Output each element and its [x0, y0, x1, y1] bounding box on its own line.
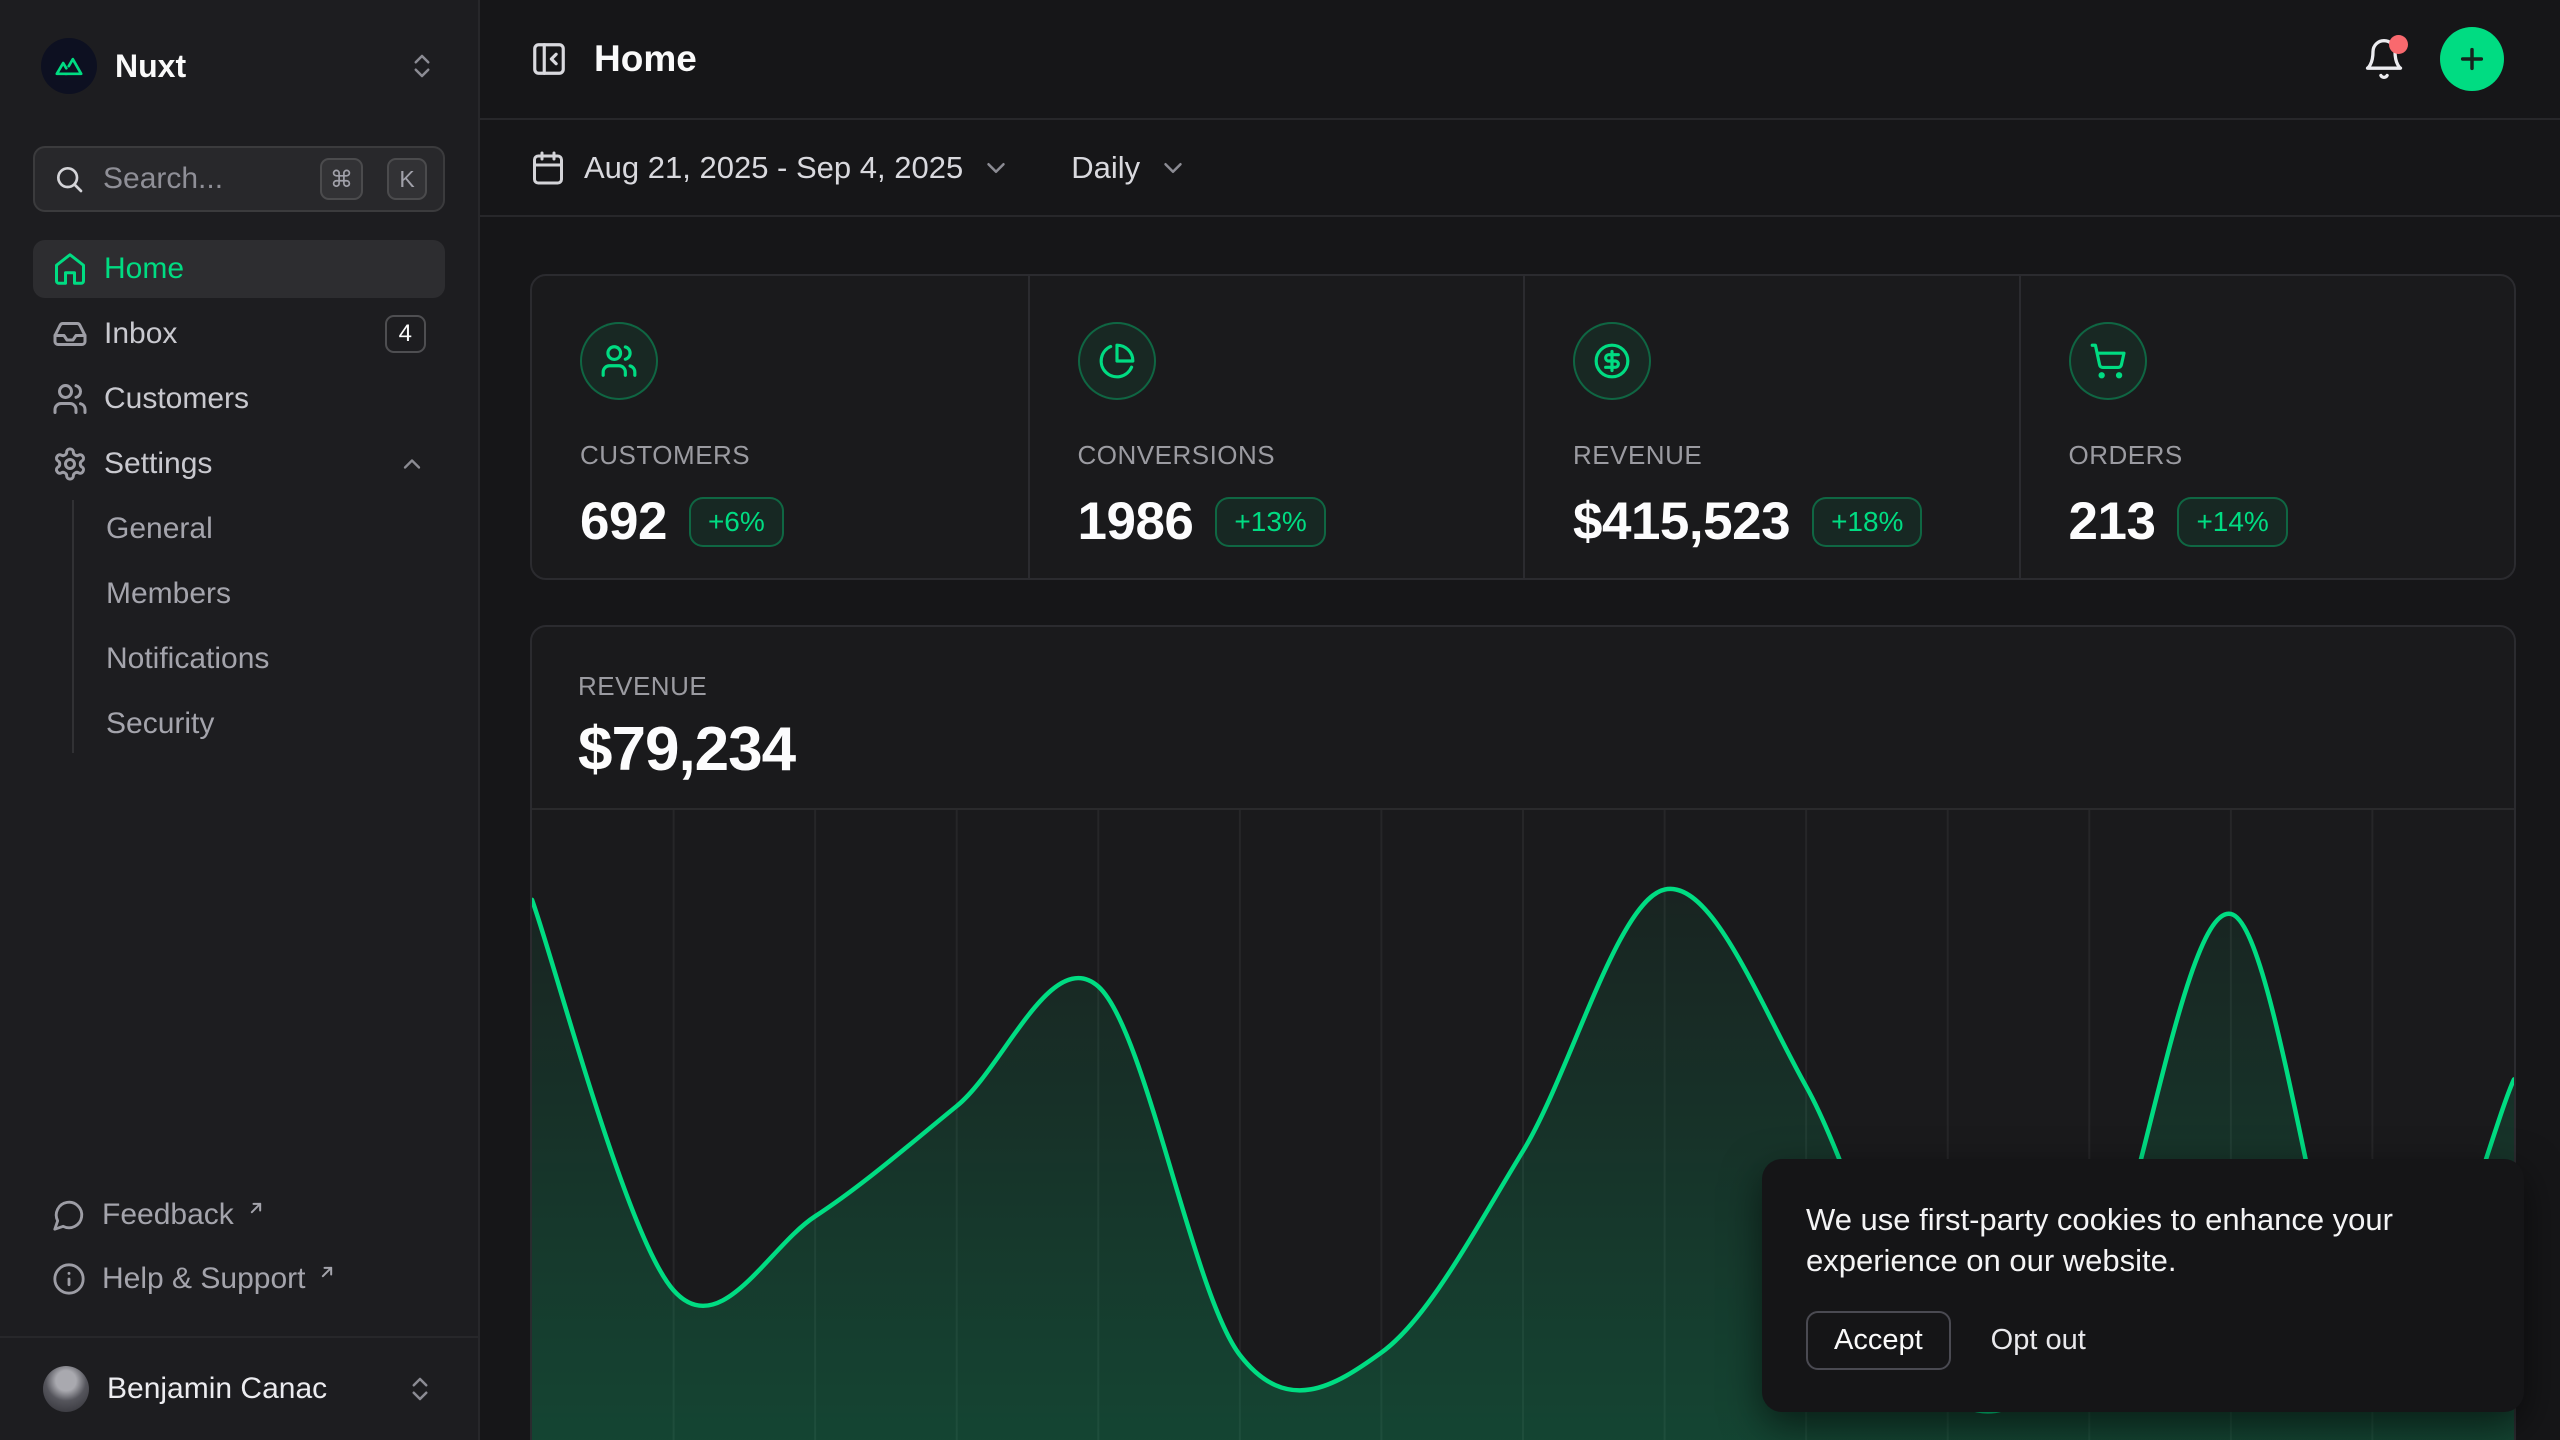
message-circle-icon — [52, 1198, 86, 1232]
sidebar-user-section: Benjamin Canac — [0, 1336, 478, 1440]
search-placeholder: Search... — [103, 162, 302, 196]
granularity-select[interactable]: Daily — [1071, 150, 1188, 186]
cookie-accept-button[interactable]: Accept — [1806, 1311, 1951, 1370]
kbd-cmd: ⌘ — [320, 158, 363, 200]
notification-dot — [2389, 35, 2408, 54]
sidebar-item-customers[interactable]: Customers — [33, 370, 445, 428]
stat-orders[interactable]: ORDERS 213 +14% — [2019, 276, 2515, 580]
chevrons-up-down-icon — [405, 1374, 435, 1404]
stat-revenue[interactable]: REVENUE $415,523 +18% — [1523, 276, 2019, 580]
sidebar-item-label: General — [106, 512, 426, 546]
revenue-chart-label: REVENUE — [578, 671, 2468, 702]
add-button[interactable] — [2440, 27, 2504, 91]
sidebar-item-home[interactable]: Home — [33, 240, 445, 298]
external-link-icon — [317, 1262, 337, 1282]
sidebar-item-label: Customers — [104, 382, 426, 416]
sidebar-item-label: Security — [106, 707, 426, 741]
revenue-chart-value: $79,234 — [578, 714, 2468, 785]
main-header: Home — [480, 0, 2560, 120]
date-range-value: Aug 21, 2025 - Sep 4, 2025 — [584, 150, 963, 186]
cookie-banner: We use first-party cookies to enhance yo… — [1762, 1159, 2524, 1412]
sidebar-item-label: Inbox — [104, 317, 369, 351]
cookie-actions: Accept Opt out — [1806, 1311, 2480, 1370]
calendar-icon — [530, 150, 566, 186]
sidebar-item-general[interactable]: General — [104, 500, 445, 558]
inbox-icon — [52, 316, 88, 352]
granularity-value: Daily — [1071, 150, 1140, 186]
chevron-down-icon — [1158, 153, 1188, 183]
brand-name: Nuxt — [115, 48, 389, 85]
stat-delta-badge: +18% — [1812, 497, 1922, 547]
cookie-message: We use first-party cookies to enhance yo… — [1806, 1199, 2480, 1281]
stat-label: CONVERSIONS — [1078, 440, 1476, 471]
stat-conversions[interactable]: CONVERSIONS 1986 +13% — [1028, 276, 1524, 580]
cookie-optout-button[interactable]: Opt out — [1991, 1324, 2086, 1357]
stat-value: 692 — [580, 491, 667, 552]
circle-dollar-icon — [1573, 322, 1651, 400]
stat-value: $415,523 — [1573, 491, 1790, 552]
nuxt-logo-icon — [41, 38, 97, 94]
sidebar-item-label: Feedback — [102, 1198, 234, 1232]
sidebar-item-label: Home — [104, 252, 426, 286]
stat-value: 1986 — [1078, 491, 1194, 552]
stat-delta-badge: +6% — [689, 497, 784, 547]
gear-icon — [52, 446, 88, 482]
users-icon — [580, 322, 658, 400]
sidebar-item-security[interactable]: Security — [104, 695, 445, 753]
team-switcher[interactable]: Nuxt — [33, 34, 445, 98]
stat-delta-badge: +13% — [1215, 497, 1325, 547]
stat-label: ORDERS — [2069, 440, 2467, 471]
sidebar-item-feedback[interactable]: Feedback — [33, 1186, 445, 1244]
sidebar-item-members[interactable]: Members — [104, 565, 445, 623]
inbox-count-badge: 4 — [385, 315, 426, 353]
home-icon — [52, 251, 88, 287]
stat-customers[interactable]: CUSTOMERS 692 +6% — [532, 276, 1028, 580]
pie-chart-icon — [1078, 322, 1156, 400]
revenue-chart-header: REVENUE $79,234 — [532, 627, 2514, 808]
chevrons-up-down-icon — [407, 51, 437, 81]
sidebar-item-notifications[interactable]: Notifications — [104, 630, 445, 688]
avatar — [43, 1366, 89, 1412]
stats-card: CUSTOMERS 692 +6% CONVERSIONS 1986 +13% — [530, 274, 2516, 580]
sidebar-item-help-support[interactable]: Help & Support — [33, 1250, 445, 1308]
users-icon — [52, 381, 88, 417]
stat-label: CUSTOMERS — [580, 440, 980, 471]
app-root: Nuxt Search... ⌘ K Home — [0, 0, 2560, 1440]
notifications-button[interactable] — [2362, 37, 2406, 81]
sidebar: Nuxt Search... ⌘ K Home — [0, 0, 480, 1440]
sidebar-nav: Home Inbox 4 Customers — [33, 240, 445, 760]
external-link-icon — [246, 1198, 266, 1218]
stat-label: REVENUE — [1573, 440, 1971, 471]
sidebar-item-label: Members — [106, 577, 426, 611]
page-title: Home — [594, 38, 697, 80]
stat-value: 213 — [2069, 491, 2156, 552]
user-name: Benjamin Canac — [107, 1372, 387, 1406]
kbd-k: K — [387, 158, 427, 200]
search-icon — [53, 163, 85, 195]
header-right — [2362, 27, 2504, 91]
sidebar-spacer — [33, 760, 445, 1186]
date-range-picker[interactable]: Aug 21, 2025 - Sep 4, 2025 — [530, 150, 1011, 186]
sidebar-item-label: Help & Support — [102, 1262, 305, 1296]
sidebar-item-label: Notifications — [106, 642, 426, 676]
search-input[interactable]: Search... ⌘ K — [33, 146, 445, 212]
chevron-down-icon — [981, 153, 1011, 183]
filters-toolbar: Aug 21, 2025 - Sep 4, 2025 Daily — [480, 120, 2560, 217]
stat-delta-badge: +14% — [2177, 497, 2287, 547]
shopping-cart-icon — [2069, 322, 2147, 400]
header-left: Home — [530, 38, 2362, 80]
sidebar-item-inbox[interactable]: Inbox 4 — [33, 305, 445, 363]
chevron-up-icon — [398, 450, 426, 478]
main-area: Home Aug 21, 2025 - Sep 4, 2025 — [480, 0, 2560, 1440]
info-icon — [52, 1262, 86, 1296]
sidebar-item-settings[interactable]: Settings — [33, 435, 445, 493]
sidebar-item-label: Settings — [104, 447, 382, 481]
user-menu[interactable]: Benjamin Canac — [33, 1358, 445, 1420]
collapse-sidebar-button[interactable] — [530, 40, 568, 78]
settings-subnav: General Members Notifications Security — [72, 500, 445, 753]
sidebar-inner: Nuxt Search... ⌘ K Home — [0, 0, 478, 1336]
sidebar-footer-nav: Feedback Help & Support — [33, 1186, 445, 1336]
